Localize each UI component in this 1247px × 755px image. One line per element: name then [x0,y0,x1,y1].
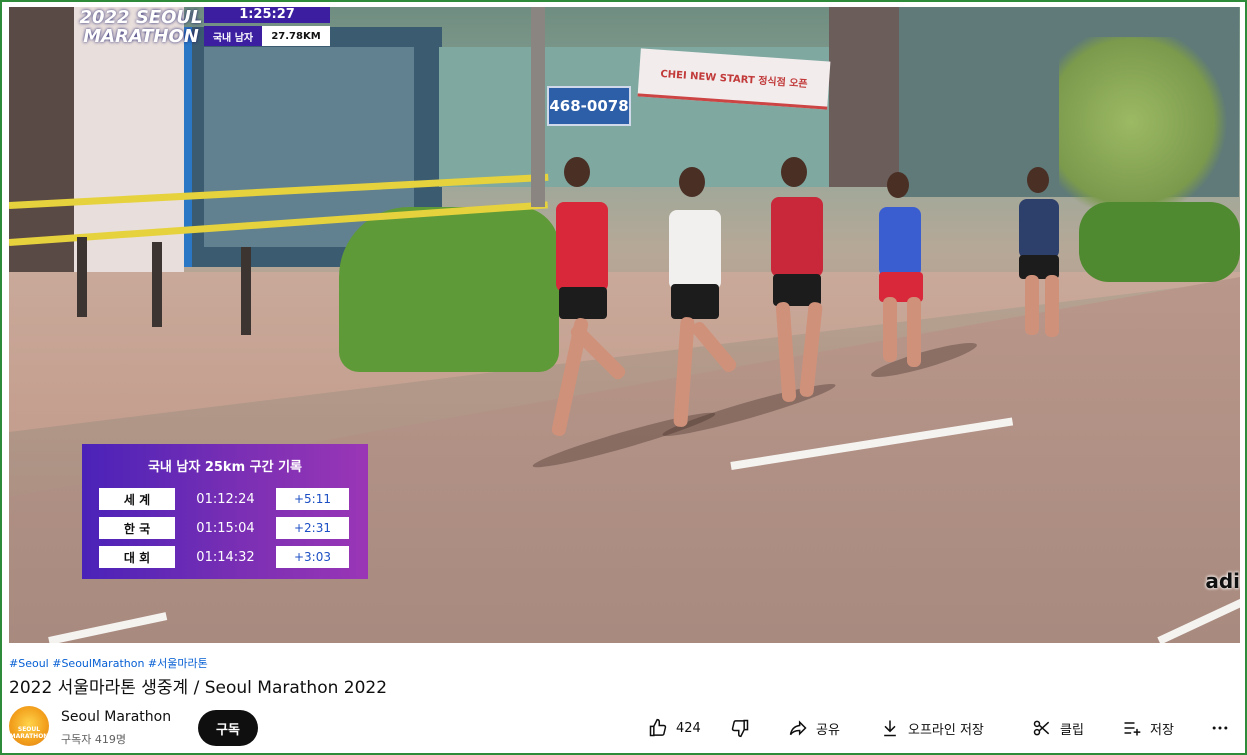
subscribe-button[interactable]: 구독 [198,710,258,746]
split-distance: 27.78KM [262,26,330,46]
channel-name[interactable]: Seoul Marathon [61,709,171,725]
avatar-text: SEOUL MARATHON [9,726,49,740]
share-label: 공유 [816,722,840,738]
hashtags[interactable]: #Seoul #SeoulMarathon #서울마라톤 [9,655,208,671]
record-label: 한 국 [99,517,175,539]
channel-avatar[interactable]: SEOUL MARATHON [9,706,49,746]
save-label: 저장 [1150,722,1174,738]
scissors-icon [1033,720,1050,736]
street-sign: 468-0078 [547,86,631,126]
video-player[interactable]: 468-0078 CHEI NEW START 정식점 오픈 2022 SEOU… [9,7,1240,643]
thumbs-up-icon [649,718,667,737]
race-clock: 1:25:27 [204,7,330,23]
bollard [241,247,251,335]
download-icon [884,720,896,737]
record-diff: +5:11 [276,488,349,510]
record-row: 한 국 01:15:04 +2:31 [99,517,351,539]
split-indicator: 국내 남자 27.78KM [204,26,330,46]
runner [869,172,959,372]
sponsor-logo: adi [1205,569,1240,593]
event-logo-line2: MARATHON [83,26,199,47]
dislike-button[interactable] [730,714,750,742]
download-button[interactable]: 오프라인 저장 [880,714,984,742]
record-diff: +3:03 [276,546,349,568]
runner [1009,167,1099,347]
subscriber-count: 구독자 419명 [61,733,126,746]
record-row: 대 회 01:14:32 +3:03 [99,546,351,568]
like-button[interactable]: 424 [648,714,701,742]
more-button[interactable] [1210,714,1230,742]
share-icon [789,720,807,736]
hedge [1079,202,1240,282]
event-logo: 2022 SEOUL MARATHON [71,8,211,46]
share-button[interactable]: 공유 [788,714,840,742]
split-label: 국내 남자 [204,26,262,46]
record-time: 01:14:32 [196,549,255,565]
more-horizontal-icon [1212,726,1228,730]
record-diff: +2:31 [276,517,349,539]
runner [649,162,749,442]
clip-button[interactable]: 클립 [1032,714,1084,742]
bollard [77,237,87,317]
record-board-title: 국내 남자 25km 구간 기록 [147,460,303,475]
record-label: 세 계 [99,488,175,510]
record-board: 국내 남자 25km 구간 기록 세 계 01:12:24 +5:11 한 국 … [82,444,368,579]
like-count: 424 [676,720,701,736]
runner [529,157,639,457]
bollard [152,242,162,327]
record-time: 01:15:04 [196,520,255,536]
save-button[interactable]: 저장 [1122,714,1174,742]
playlist-add-icon [1124,722,1141,736]
thumbs-down-icon [731,719,749,738]
event-logo-line1: 2022 SEOUL [79,7,203,28]
video-title: 2022 서울마라톤 생중계 / Seoul Marathon 2022 [9,678,388,698]
clip-label: 클립 [1060,722,1084,738]
runner [759,152,859,412]
record-row: 세 계 01:12:24 +5:11 [99,488,351,510]
record-label: 대 회 [99,546,175,568]
download-label: 오프라인 저장 [908,722,984,738]
hedge [339,207,559,372]
record-time: 01:12:24 [196,491,255,507]
